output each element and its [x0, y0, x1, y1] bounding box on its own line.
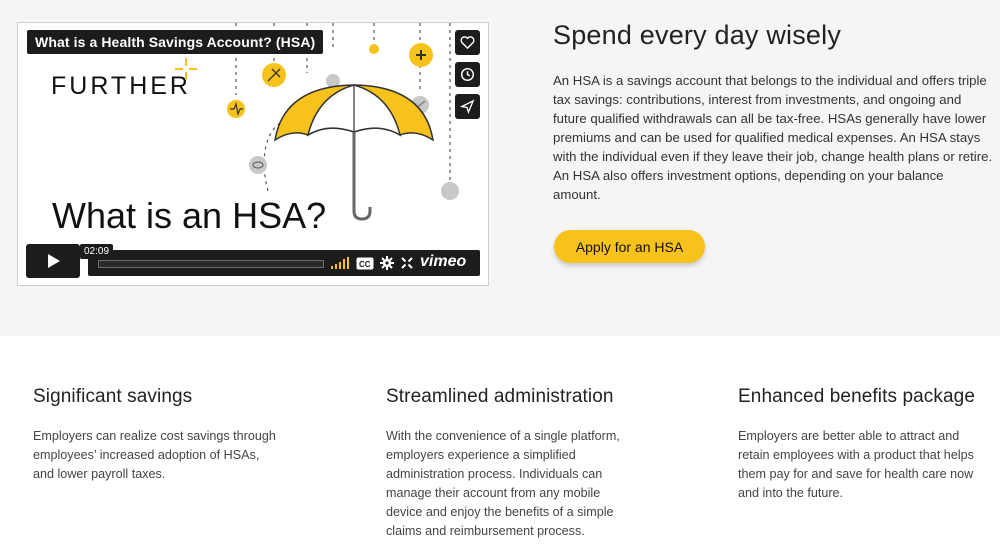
play-button[interactable] — [26, 244, 80, 278]
video-controls: CC vimeo — [88, 250, 480, 276]
feature-body: Employers are better able to attract and… — [738, 429, 974, 500]
send-icon — [460, 99, 475, 114]
watch-later-button[interactable] — [455, 62, 480, 87]
settings-gear-icon[interactable] — [380, 255, 394, 271]
vimeo-logo[interactable]: vimeo — [420, 253, 466, 271]
svg-text:CC: CC — [359, 260, 371, 269]
feature-title: Significant savings — [33, 386, 193, 407]
feature-body: Employers can realize cost savings throu… — [33, 429, 276, 481]
fullscreen-icon[interactable] — [401, 255, 413, 271]
video-player[interactable]: What is a Health Savings Account? (HSA) … — [17, 22, 489, 286]
play-icon — [48, 254, 60, 268]
video-timestamp: 02:09 — [80, 244, 114, 259]
section-heading: Spend every day wisely — [553, 20, 842, 50]
clock-icon — [460, 67, 475, 82]
feature-title: Enhanced benefits package — [738, 386, 976, 407]
video-title[interactable]: What is a Health Savings Account? (HSA) — [27, 30, 324, 54]
video-headline: What is an HSA? — [52, 195, 327, 236]
feature-body: With the convenience of a single platfor… — [386, 429, 620, 538]
hero-section: What is a Health Savings Account? (HSA) … — [0, 0, 1000, 336]
sparkle-icon — [175, 58, 197, 80]
feature-streamlined-administration: Streamlined administration With the conv… — [386, 386, 646, 541]
further-logo: FURTHER — [51, 72, 191, 100]
apply-hsa-button[interactable]: Apply for an HSA — [554, 230, 705, 263]
like-button[interactable] — [455, 30, 480, 55]
hsa-description: An HSA is a savings account that belongs… — [553, 73, 993, 202]
feature-enhanced-benefits: Enhanced benefits package Employers are … — [738, 386, 998, 503]
closed-captions-icon[interactable]: CC — [356, 255, 374, 271]
feature-significant-savings: Significant savings Employers can realiz… — [33, 386, 293, 484]
progress-track[interactable] — [98, 260, 324, 268]
share-button[interactable] — [455, 94, 480, 119]
volume-icon[interactable] — [331, 255, 349, 271]
feature-title: Streamlined administration — [386, 386, 614, 407]
heart-icon — [460, 36, 475, 50]
